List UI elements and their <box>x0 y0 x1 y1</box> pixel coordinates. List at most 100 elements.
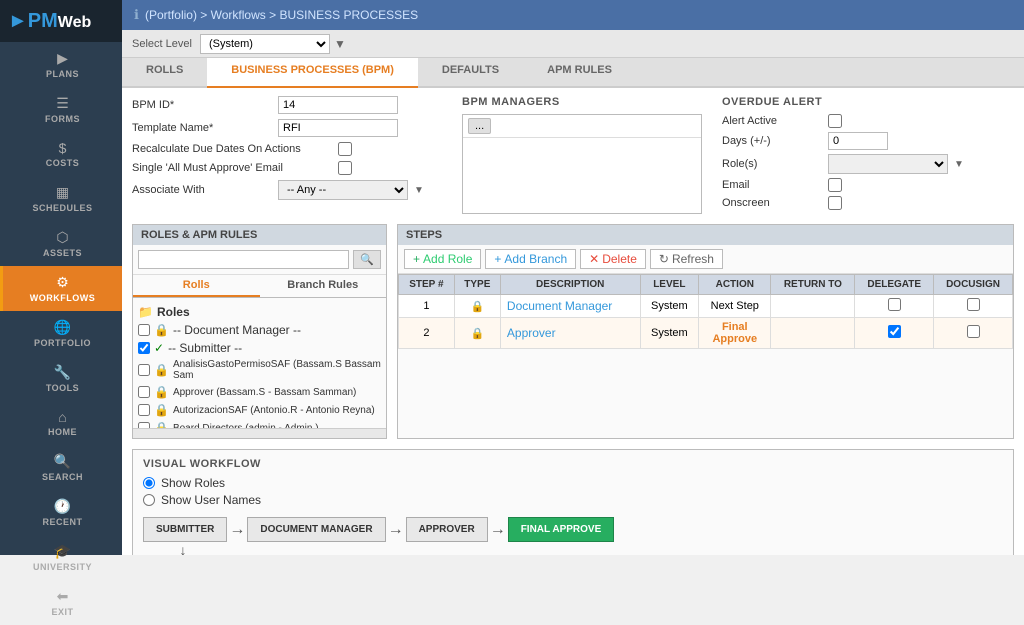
add-role-icon: + <box>413 252 420 266</box>
template-name-input[interactable] <box>278 119 398 137</box>
role-checkbox[interactable] <box>138 324 150 336</box>
docusign-checkbox[interactable] <box>967 298 980 311</box>
bpm-managers-header: ... <box>463 115 701 138</box>
show-roles-radio[interactable] <box>143 477 155 489</box>
show-user-names-radio[interactable] <box>143 494 155 506</box>
step-delegate <box>855 318 934 349</box>
steps-panel: Steps + Add Role + Add Branch ✕ Delete <box>397 224 1014 439</box>
bpm-managers-dots-button[interactable]: ... <box>468 118 491 134</box>
step-type: 🔒 <box>454 295 500 318</box>
docusign-checkbox[interactable] <box>967 325 980 338</box>
wf-node-approver[interactable]: Approver <box>406 517 488 542</box>
delegate-checkbox[interactable] <box>888 325 901 338</box>
role-checkbox[interactable] <box>138 386 150 398</box>
sidebar-item-recent[interactable]: 🕐 Recent <box>0 490 122 535</box>
forms-icon: ☰ <box>56 95 69 112</box>
recalculate-checkbox[interactable] <box>338 142 352 156</box>
sidebar-item-search[interactable]: 🔍 Search <box>0 445 122 490</box>
col-docusign: DocuSign <box>934 275 1013 295</box>
exit-icon: ⬅ <box>57 588 69 605</box>
sidebar-item-label: Costs <box>46 158 80 168</box>
sidebar-item-plans[interactable]: ▶ Plans <box>0 42 122 87</box>
lock-icon: 🔒 <box>154 421 169 428</box>
check-icon: ✓ <box>154 341 164 355</box>
show-roles-label: Show Roles <box>161 476 225 490</box>
wf-node-submitter[interactable]: Submitter <box>143 517 227 542</box>
bpm-id-input[interactable] <box>278 96 398 114</box>
lock-icon: 🔒 <box>154 323 169 337</box>
role-dropdown-icon: ▼ <box>954 159 964 170</box>
step-description-link[interactable]: Document Manager <box>507 299 612 313</box>
sidebar-item-workflows[interactable]: ⚙ Workflows <box>0 266 122 311</box>
roles-horizontal-scrollbar[interactable] <box>133 428 386 438</box>
add-branch-button[interactable]: + Add Branch <box>485 249 576 269</box>
sidebar-item-label: Search <box>42 472 83 482</box>
email-checkbox[interactable] <box>828 178 842 192</box>
sidebar-item-costs[interactable]: $ Costs <box>0 132 122 176</box>
associate-with-select[interactable]: -- Any -- <box>278 180 408 200</box>
delete-button[interactable]: ✕ Delete <box>580 249 646 269</box>
days-input[interactable] <box>828 132 888 150</box>
recalculate-label: Recalculate Due Dates On Actions <box>132 143 332 155</box>
col-description: Description <box>500 275 640 295</box>
sidebar-item-schedules[interactable]: ▦ Schedules <box>0 176 122 221</box>
level-select[interactable]: (System) <box>200 34 330 54</box>
list-item[interactable]: 🔒 -- Document Manager -- <box>138 321 381 339</box>
list-item[interactable]: ✓ -- Submitter -- <box>138 339 381 357</box>
arrow-icon: → <box>227 521 247 539</box>
role-checkbox[interactable] <box>138 364 150 376</box>
role-checkbox[interactable] <box>138 422 150 428</box>
assets-icon: ⬡ <box>56 229 68 246</box>
plans-icon: ▶ <box>57 50 68 67</box>
single-approval-label: Single 'All Must Approve' Email <box>132 162 332 174</box>
lock-icon: 🔒 <box>470 328 484 340</box>
refresh-button[interactable]: ↻ Refresh <box>650 249 723 269</box>
sidebar-item-tools[interactable]: 🔧 Tools <box>0 356 122 401</box>
schedules-icon: ▦ <box>56 184 69 201</box>
sidebar-item-label: Portfolio <box>34 338 91 348</box>
overdue-alert-section: Overdue Alert Alert Active Days (+/-) Ro… <box>722 96 1014 214</box>
sidebar-item-forms[interactable]: ☰ Forms <box>0 87 122 132</box>
roles-search-button[interactable]: 🔍 <box>353 250 381 269</box>
step-type: 🔒 <box>454 318 500 349</box>
delegate-checkbox[interactable] <box>888 298 901 311</box>
home-icon: ⌂ <box>58 409 66 425</box>
col-delegate: Delegate <box>855 275 934 295</box>
sidebar-item-portfolio[interactable]: 🌐 Portfolio <box>0 311 122 356</box>
sidebar-item-label: Forms <box>45 114 80 124</box>
list-item[interactable]: 🔒 AutorizacionSAF (Antonio.R - Antonio R… <box>138 401 381 419</box>
sidebar-item-exit[interactable]: ⬅ Exit <box>0 580 122 625</box>
step-description-link[interactable]: Approver <box>507 326 556 340</box>
tab-roles-branch-rules[interactable]: Branch Rules <box>260 275 387 297</box>
list-item[interactable]: 🔒 Board Directors (admin - Admin ) <box>138 419 381 428</box>
add-role-label: Add Role <box>423 252 472 266</box>
role-name: AutorizacionSAF (Antonio.R - Antonio Rey… <box>173 405 375 416</box>
delete-icon: ✕ <box>589 252 599 266</box>
tab-apm-rules[interactable]: APM Rules <box>523 58 636 88</box>
add-role-button[interactable]: + Add Role <box>404 249 481 269</box>
alert-active-checkbox[interactable] <box>828 114 842 128</box>
role-checkbox[interactable] <box>138 404 150 416</box>
tab-business-processes[interactable]: Business Processes (BPM) <box>207 58 418 88</box>
roles-search-input[interactable] <box>138 250 349 269</box>
single-approval-checkbox[interactable] <box>338 161 352 175</box>
sidebar-item-home[interactable]: ⌂ Home <box>0 401 122 445</box>
sidebar-item-university[interactable]: 🎓 University <box>0 535 122 580</box>
tab-rolls[interactable]: Rolls <box>122 58 207 88</box>
list-item[interactable]: 🔒 AnalisisGastoPermisoSAF (Bassam.S Bass… <box>138 357 381 383</box>
associate-with-label: Associate With <box>132 184 272 196</box>
wf-node-final-approve[interactable]: Final Approve <box>508 517 615 542</box>
onscreen-checkbox[interactable] <box>828 196 842 210</box>
table-row: 1 🔒 Document Manager System Next Step <box>399 295 1013 318</box>
sidebar-item-label: Plans <box>46 69 79 79</box>
tab-defaults[interactable]: Defaults <box>418 58 523 88</box>
role-checkbox[interactable] <box>138 342 150 354</box>
search-icon: 🔍 <box>54 453 71 470</box>
role-name: AnalisisGastoPermisoSAF (Bassam.S Bassam… <box>173 359 381 381</box>
roles-panel-header: Roles & APM Rules <box>133 225 386 245</box>
list-item[interactable]: 🔒 Approver (Bassam.S - Bassam Samman) <box>138 383 381 401</box>
wf-node-doc-manager[interactable]: Document Manager <box>247 517 385 542</box>
sidebar-item-assets[interactable]: ⬡ Assets <box>0 221 122 266</box>
tab-roles-rolls[interactable]: Rolls <box>133 275 260 297</box>
role-select[interactable] <box>828 154 948 174</box>
